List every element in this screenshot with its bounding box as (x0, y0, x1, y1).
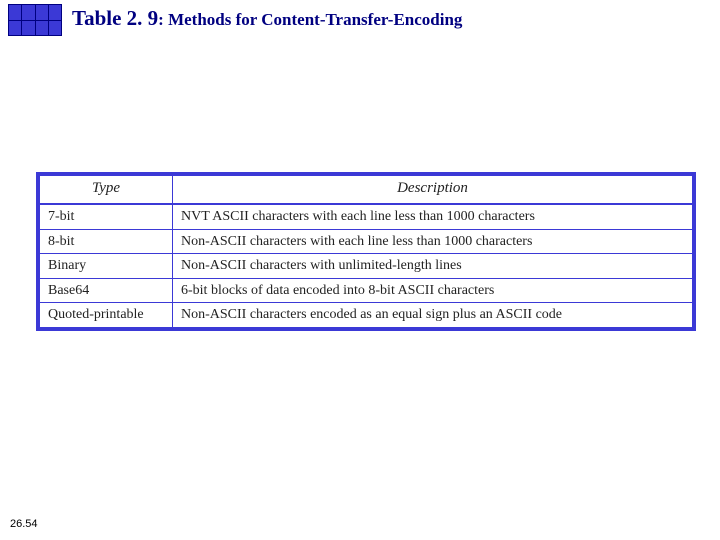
table-number: Table 2. 9 (72, 6, 158, 30)
encoding-table-frame: Type Description 7-bit NVT ASCII charact… (36, 172, 696, 331)
page-number: 26.54 (10, 518, 38, 530)
table-row: 7-bit NVT ASCII characters with each lin… (40, 204, 692, 229)
table-row: Base64 6-bit blocks of data encoded into… (40, 278, 692, 303)
cell-type: Base64 (40, 278, 173, 303)
table-row: 8-bit Non-ASCII characters with each lin… (40, 229, 692, 254)
cell-description: Non-ASCII characters with each line less… (173, 229, 693, 254)
page-title: Table 2. 9: Methods for Content-Transfer… (72, 6, 462, 31)
col-header-description: Description (173, 176, 693, 204)
table-row: Quoted-printable Non-ASCII characters en… (40, 303, 692, 327)
table-header-row: Type Description (40, 176, 692, 204)
cell-type: 7-bit (40, 204, 173, 229)
encoding-table: Type Description 7-bit NVT ASCII charact… (40, 176, 692, 327)
cell-description: 6-bit blocks of data encoded into 8-bit … (173, 278, 693, 303)
cell-description: Non-ASCII characters with unlimited-leng… (173, 254, 693, 279)
col-header-type: Type (40, 176, 173, 204)
cell-type: 8-bit (40, 229, 173, 254)
cell-description: Non-ASCII characters encoded as an equal… (173, 303, 693, 327)
cell-type: Binary (40, 254, 173, 279)
cell-description: NVT ASCII characters with each line less… (173, 204, 693, 229)
slide-grid-icon (8, 4, 62, 36)
table-caption: : Methods for Content-Transfer-Encoding (158, 10, 462, 29)
table-row: Binary Non-ASCII characters with unlimit… (40, 254, 692, 279)
cell-type: Quoted-printable (40, 303, 173, 327)
